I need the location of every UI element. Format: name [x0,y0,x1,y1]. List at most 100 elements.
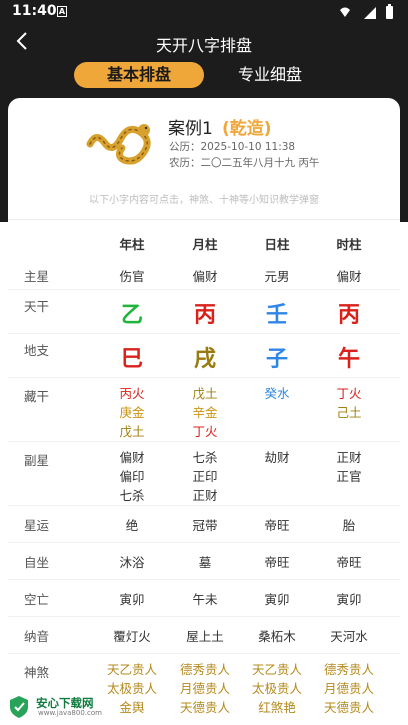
star-luck-row: 星运 绝 冠带 帝旺 胎 [8,506,400,543]
main-star-cell[interactable]: 偏财 [309,266,389,285]
shensha-item[interactable]: 德秀贵人 [165,660,245,679]
row-label: 地支 [24,343,50,358]
main-star-cell[interactable]: 元男 [237,266,317,285]
void-cell[interactable]: 午未 [165,589,245,608]
shensha-cell: 天乙贵人 太极贵人 红煞艳 [237,660,317,717]
case-header: 案例1 (乾造) 公历：2025-10-10 11:38 农历：二〇二五年八月十… [8,98,400,220]
self-seat-row: 自坐 沐浴 墓 帝旺 帝旺 [8,543,400,580]
void-cell[interactable]: 寅卯 [237,589,317,608]
shensha-item[interactable]: 太极贵人 [237,679,317,698]
column-header: 时柱 [336,237,362,252]
gregorian-date: 公历：2025-10-10 11:38 [169,141,296,153]
self-seat-cell[interactable]: 沐浴 [92,552,172,571]
status-icons [340,4,393,19]
self-seat-cell[interactable]: 墓 [165,552,245,571]
branch-cell[interactable]: 戌 [165,341,245,373]
column-header: 年柱 [119,237,145,252]
shensha-item[interactable]: 天德贵人 [165,698,245,717]
row-label: 纳音 [24,629,50,644]
nayin-row: 纳音 覆灯火 屋上土 桑柘木 天河水 [8,617,400,654]
void-cell[interactable]: 寅卯 [92,589,172,608]
hint-text: 以下小字内容可点击，神煞、十神等小知识教学弹窗 [89,195,319,206]
hidden-stem-item[interactable]: 丁火 [309,384,389,403]
watermark-url: www.java800.com [38,709,102,717]
snake-logo-icon [86,124,151,165]
hidden-stem-row: 藏干 丙火 庚金 戊土 戊土 辛金 丁火 癸水 丁火 己土 [8,378,400,442]
column-header: 日柱 [264,237,290,252]
shensha-item[interactable]: 天德贵人 [309,698,389,717]
star-luck-cell[interactable]: 胎 [309,515,389,534]
star-luck-cell[interactable]: 绝 [92,515,172,534]
sub-star-cell: 正财 正官 [309,448,389,486]
star-luck-cell[interactable]: 帝旺 [237,515,317,534]
sub-star-item[interactable]: 劫财 [237,448,317,467]
column-header: 月柱 [192,237,218,252]
shensha-item[interactable]: 红煞艳 [237,698,317,717]
sub-star-item[interactable]: 七杀 [165,448,245,467]
nayin-cell[interactable]: 桑柘木 [237,626,317,645]
sub-star-item[interactable]: 七杀 [92,486,172,505]
case-name: 案例1 [168,119,213,139]
notification-icon: A [57,6,67,17]
sub-star-item[interactable]: 正财 [309,448,389,467]
sub-star-cell: 偏财 偏印 七杀 [92,448,172,505]
hidden-stem-cell: 癸水 [237,384,317,403]
sub-star-row: 副星 偏财 偏印 七杀 七杀 正印 正财 劫财 正财 正官 [8,442,400,506]
hidden-stem-item[interactable]: 戊土 [165,384,245,403]
stem-cell[interactable]: 乙 [92,297,172,329]
hidden-stem-item[interactable]: 辛金 [165,403,245,422]
hidden-stem-item[interactable]: 丙火 [92,384,172,403]
hidden-stem-item[interactable]: 戊土 [92,422,172,441]
page-title: 天开八字排盘 [155,36,252,55]
main-star-row: 主星 伤官 偏财 元男 偏财 [8,260,400,290]
tab-professional-chart[interactable]: 专业细盘 [218,62,322,88]
row-label: 神煞 [24,665,50,680]
wifi-icon [340,7,350,17]
hidden-stem-item[interactable]: 丁火 [165,422,245,441]
stem-cell[interactable]: 丙 [309,297,389,329]
sub-star-item[interactable]: 正官 [309,467,389,486]
row-label: 星运 [24,518,50,533]
tab-basic-chart[interactable]: 基本排盘 [74,62,204,88]
shensha-item[interactable]: 月德贵人 [309,679,389,698]
shensha-cell: 德秀贵人 月德贵人 天德贵人 [309,660,389,717]
shensha-item[interactable]: 天乙贵人 [237,660,317,679]
status-bar: 11:40 A [0,0,408,24]
hidden-stem-cell: 丁火 己土 [309,384,389,422]
gender-label: (乾造) [222,119,272,139]
row-label: 自坐 [24,555,50,570]
shensha-item[interactable]: 月德贵人 [165,679,245,698]
self-seat-cell[interactable]: 帝旺 [237,552,317,571]
hidden-stem-item[interactable]: 癸水 [237,384,317,403]
branch-cell[interactable]: 午 [309,341,389,373]
nayin-cell[interactable]: 覆灯火 [92,626,172,645]
hidden-stem-cell: 丙火 庚金 戊土 [92,384,172,441]
main-star-cell[interactable]: 伤官 [92,266,172,285]
row-label: 副星 [24,453,50,468]
sub-star-item[interactable]: 正印 [165,467,245,486]
sub-star-item[interactable]: 偏财 [92,448,172,467]
nav-bar: 天开八字排盘 [0,26,408,58]
shensha-item[interactable]: 德秀贵人 [309,660,389,679]
stem-cell[interactable]: 壬 [237,297,317,329]
branch-cell[interactable]: 巳 [92,341,172,373]
void-cell[interactable]: 寅卯 [309,589,389,608]
shensha-item[interactable]: 天乙贵人 [92,660,172,679]
sub-star-item[interactable]: 偏印 [92,467,172,486]
earthly-branch-row: 地支 巳 戌 子 午 [8,334,400,378]
row-label: 空亡 [24,592,50,607]
hidden-stem-item[interactable]: 己土 [309,403,389,422]
nayin-cell[interactable]: 屋上土 [165,626,245,645]
nayin-cell[interactable]: 天河水 [309,626,389,645]
battery-icon [386,4,393,19]
hidden-stem-item[interactable]: 庚金 [92,403,172,422]
watermark: 安心下载网 www.java800.com [6,693,110,721]
branch-cell[interactable]: 子 [237,341,317,373]
self-seat-cell[interactable]: 帝旺 [309,552,389,571]
main-star-cell[interactable]: 偏财 [165,266,245,285]
star-luck-cell[interactable]: 冠带 [165,515,245,534]
sub-star-item[interactable]: 正财 [165,486,245,505]
status-time: 11:40 [12,3,57,19]
stem-cell[interactable]: 丙 [165,297,245,329]
shield-logo-icon [10,696,28,718]
